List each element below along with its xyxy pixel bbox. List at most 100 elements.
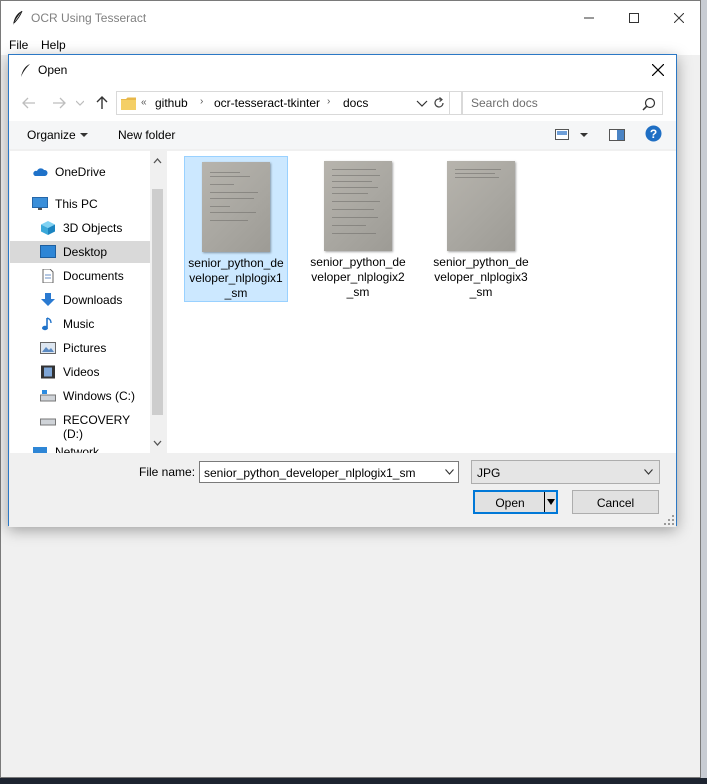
file-name-label: File name: (139, 465, 196, 479)
maximize-button[interactable] (611, 1, 657, 35)
desktop-background (0, 778, 707, 784)
sidebar-item-music[interactable]: Music (10, 313, 150, 335)
caret-down-icon[interactable] (547, 499, 555, 505)
scroll-up-icon[interactable] (153, 157, 162, 165)
navigation-scrollbar[interactable] (150, 151, 165, 453)
navigation-pane[interactable]: OneDrive This PC 3D Objects Desktop Docu… (10, 151, 165, 453)
sidebar-item-label: 3D Objects (63, 221, 123, 235)
cancel-button[interactable]: Cancel (572, 490, 659, 514)
file-name-field[interactable]: senior_python_developer_nlplogix1_sm (199, 461, 459, 483)
sidebar-item-label: Music (63, 317, 95, 331)
drive-icon (40, 418, 56, 426)
chevron-down-icon[interactable] (415, 99, 429, 109)
file-thumbnail (447, 161, 515, 251)
command-toolbar: Organize New folder ? (9, 121, 676, 149)
pictures-icon (40, 342, 56, 354)
videos-icon (41, 365, 55, 379)
open-dialog: Open « github › ocr-tesseract-tkinter › (8, 54, 677, 527)
feather-icon (21, 64, 30, 77)
open-button-label: Open (495, 496, 525, 510)
dialog-footer: File name: senior_python_developer_nlplo… (9, 455, 676, 527)
folder-icon (121, 97, 136, 110)
arrow-right-icon (53, 97, 66, 109)
view-options-icon[interactable] (555, 129, 569, 140)
sidebar-item-onedrive[interactable]: OneDrive (10, 161, 150, 183)
file-type-value: JPG (477, 466, 501, 480)
new-folder-button[interactable]: New folder (118, 128, 175, 142)
sidebar-item-pictures[interactable]: Pictures (10, 337, 150, 359)
dialog-titlebar[interactable]: Open (9, 55, 676, 85)
minimize-icon (584, 17, 594, 19)
sidebar-item-label: OneDrive (55, 165, 106, 179)
main-titlebar[interactable]: OCR Using Tesseract (1, 1, 700, 35)
desktop-icon (40, 245, 56, 258)
organize-button[interactable]: Organize (27, 128, 76, 142)
breadcrumb-overflow[interactable]: « (141, 97, 147, 108)
sidebar-item-label: Documents (63, 269, 124, 283)
sidebar-item-network[interactable]: Network (10, 441, 150, 453)
computer-icon (32, 197, 48, 210)
navigation-bar: « github › ocr-tesseract-tkinter › docs … (9, 85, 676, 121)
file-type-select[interactable]: JPG (471, 460, 660, 484)
app-title: OCR Using Tesseract (31, 11, 147, 25)
sidebar-item-label: This PC (55, 197, 98, 211)
open-button[interactable]: Open (473, 490, 558, 514)
file-item[interactable]: senior_python_developer_nlplogix3_sm (430, 156, 534, 302)
sidebar-item-downloads[interactable]: Downloads (10, 289, 150, 311)
close-icon (674, 13, 684, 23)
recent-locations-button[interactable] (74, 95, 86, 111)
desktop-background (701, 0, 707, 784)
sidebar-item-label: Network (55, 445, 100, 453)
sidebar-item-3d-objects[interactable]: 3D Objects (10, 217, 150, 239)
breadcrumb-ocr-tesseract-tkinter[interactable]: ocr-tesseract-tkinter (214, 96, 320, 110)
download-icon (41, 293, 55, 306)
sidebar-item-this-pc[interactable]: This PC (10, 193, 150, 215)
file-item[interactable]: senior_python_developer_nlplogix1_sm (184, 156, 288, 302)
close-button[interactable] (656, 1, 702, 35)
refresh-icon (433, 97, 444, 108)
sidebar-item-desktop[interactable]: Desktop (10, 241, 150, 263)
menu-help[interactable]: Help (41, 38, 66, 52)
sidebar-item-label: RECOVERY (D:) (63, 413, 130, 441)
help-icon[interactable]: ? (645, 125, 662, 142)
breadcrumb-github[interactable]: github (155, 96, 188, 110)
resize-grip-icon[interactable] (664, 515, 674, 525)
file-name: senior_python_developer_nlplogix1_sm (188, 256, 284, 300)
file-list: senior_python_developer_nlplogix1_sm sen… (167, 151, 676, 453)
sidebar-item-label: Videos (63, 365, 100, 379)
refresh-button[interactable] (428, 91, 450, 115)
breadcrumb-docs[interactable]: docs (343, 96, 368, 110)
search-box[interactable]: Search docs (462, 91, 663, 115)
sidebar-item-windows-c[interactable]: Windows (C:) (10, 385, 150, 407)
sidebar-item-documents[interactable]: Documents (10, 265, 150, 287)
scrollbar-thumb[interactable] (152, 189, 163, 415)
scroll-down-icon[interactable] (153, 439, 162, 447)
menu-file[interactable]: File (9, 38, 28, 52)
document-icon (42, 269, 54, 283)
chevron-right-icon: › (200, 96, 204, 107)
chevron-down-icon[interactable] (580, 133, 588, 138)
search-icon (642, 97, 656, 111)
chevron-down-icon[interactable] (445, 469, 454, 475)
chevron-down-icon (644, 469, 653, 475)
split-divider (544, 492, 545, 512)
chevron-down-icon[interactable] (80, 133, 88, 138)
file-name-value: senior_python_developer_nlplogix1_sm (204, 466, 416, 480)
preview-pane-icon[interactable] (609, 129, 625, 141)
sidebar-item-recovery-d[interactable]: RECOVERY (D:) (10, 409, 150, 441)
dialog-close-button[interactable] (644, 55, 672, 85)
forward-button[interactable] (50, 95, 68, 111)
feather-icon (13, 10, 23, 25)
file-item[interactable]: senior_python_developer_nlplogix2_sm (307, 156, 411, 302)
search-placeholder: Search docs (471, 96, 538, 110)
network-icon (33, 447, 47, 453)
back-button[interactable] (20, 95, 38, 111)
up-button[interactable] (93, 95, 111, 111)
sidebar-item-videos[interactable]: Videos (10, 361, 150, 383)
sidebar-item-label: Windows (C:) (63, 389, 136, 403)
file-name: senior_python_developer_nlplogix2_sm (310, 255, 406, 299)
minimize-button[interactable] (566, 1, 612, 35)
dialog-title: Open (38, 63, 68, 77)
music-icon (42, 317, 52, 331)
address-bar[interactable]: « github › ocr-tesseract-tkinter › docs (116, 91, 462, 115)
